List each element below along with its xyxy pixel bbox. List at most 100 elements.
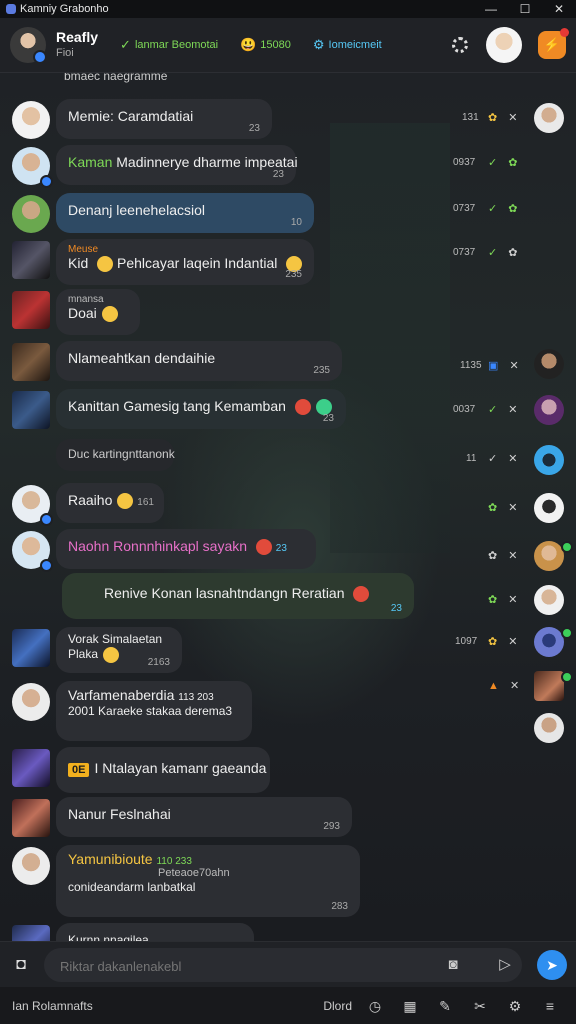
avatar[interactable] [534, 395, 564, 425]
header-chip-3[interactable]: ⚙ Iomeicmeit [313, 37, 382, 53]
sender-name: Yamunibioute [68, 851, 153, 867]
maximize-button[interactable]: ☐ [508, 0, 542, 18]
message-bubble[interactable]: Denanj leenehelacsiol 10 [56, 193, 314, 233]
notification-button[interactable]: ⚡ [538, 28, 569, 59]
avatar[interactable] [12, 101, 50, 139]
avatar[interactable] [12, 291, 50, 329]
avatar[interactable] [534, 627, 564, 657]
menu-icon[interactable]: ≡ [541, 997, 559, 1015]
emoji-icon [101, 306, 118, 323]
side-timestamp: 11 [466, 453, 477, 464]
side-timestamp: 0037 [453, 404, 476, 415]
message-bubble[interactable]: Kurnn nnaqilea [56, 923, 254, 941]
message-text: I Ntalayan kamanr gaeanda [94, 760, 267, 776]
message-text: Memie: Caramdatiai [68, 108, 194, 124]
status-label[interactable]: Dlord [323, 999, 352, 1013]
message-bubble[interactable]: 0E I Ntalayan kamanr gaeanda [56, 747, 270, 793]
message-bubble[interactable]: mnansa Doai [56, 289, 140, 335]
clock-icon[interactable]: ◷ [366, 997, 384, 1015]
avatar[interactable] [12, 391, 50, 429]
message-bubble[interactable]: Varfamenaberdia 113 203 2001 Karaeke sta… [56, 681, 252, 741]
gear-icon: ⚙ [312, 37, 325, 52]
side-icons: ✓ ✿ [488, 203, 522, 215]
message-text: 2001 Karaeke stakaa derema3 [68, 704, 233, 718]
status-dot [40, 175, 53, 188]
play-icon[interactable]: ▷ [496, 956, 514, 974]
online-indicator [561, 541, 573, 553]
message-bubble[interactable]: Nanur Feslnahai 293 [56, 797, 352, 837]
avatar[interactable] [534, 103, 564, 133]
avatar[interactable] [12, 343, 50, 381]
settings-icon[interactable]: ⚙ [506, 997, 524, 1015]
user-avatar[interactable] [10, 27, 47, 64]
sender-name: Kaman [68, 154, 113, 170]
send-button[interactable]: ➤ [537, 950, 567, 980]
message-text: Duc kartingnttanonk [68, 447, 175, 461]
minimize-button[interactable]: — [474, 0, 508, 18]
message-composer: ◘ ◙ ▷ ➤ [0, 941, 576, 988]
message-bubble[interactable]: Vorak Simalaetan Plaka 2163 [56, 627, 182, 673]
edit-icon[interactable]: ✎ [436, 997, 454, 1015]
user-name: Reafly [56, 29, 99, 45]
header-chip-1[interactable]: ✓ lanmar Beomotai [120, 37, 218, 53]
avatar[interactable] [12, 749, 50, 787]
message-text: Doai [68, 305, 97, 321]
message-list[interactable]: bmaec naegramme Memie: Caramdatiai 23 Ka… [0, 73, 576, 941]
side-timestamp: 0737 [453, 203, 476, 214]
timestamp: 293 [323, 821, 340, 832]
avatar[interactable] [12, 629, 50, 667]
close-button[interactable]: ✕ [542, 0, 576, 18]
tools-icon[interactable]: ✂ [471, 997, 489, 1015]
sender-name: Kid [68, 255, 89, 271]
message-bubble[interactable]: Duc kartingnttanonk [56, 439, 175, 471]
background-scene [330, 123, 450, 553]
message-bubble[interactable]: Naohn Ronnnhinkapl sayakn 23 [56, 529, 316, 569]
online-indicator [561, 627, 573, 639]
message-text: Naohn Ronnnhinkapl sayakn [68, 538, 248, 554]
message-bubble[interactable]: Kanittan Gamesig tang Kemamban 23 [56, 389, 346, 429]
timestamp: 2163 [147, 657, 170, 668]
message-label: Meuse [68, 244, 99, 255]
side-timestamp: 1135 [460, 360, 482, 371]
grid-icon[interactable]: ▦ [401, 997, 419, 1015]
window-title: Kamniy Grabonho [20, 3, 109, 15]
avatar[interactable] [12, 925, 50, 941]
avatar[interactable] [534, 493, 564, 523]
camera-icon[interactable]: ◘ [10, 954, 32, 976]
side-icons: ▣ ✕ [488, 360, 523, 372]
photo-icon[interactable]: ◙ [444, 956, 462, 974]
side-icons: ✓ ✕ [488, 453, 522, 465]
loading-spinner-icon [452, 37, 468, 53]
message-bubble[interactable]: Renive Konan lasnahtndangn Reratian 23 [62, 573, 414, 619]
avatar[interactable] [12, 683, 50, 721]
avatar[interactable] [534, 541, 564, 571]
check-icon: ✓ [120, 37, 131, 52]
avatar[interactable] [534, 585, 564, 615]
message-text: bmaec naegramme [64, 73, 168, 83]
avatar[interactable] [12, 241, 50, 279]
message-bubble[interactable]: Kaman Madinnerye dharme impeatai 23 [56, 145, 298, 185]
message-bubble[interactable]: Raaiho 161 [56, 483, 164, 523]
user-status: Fioi [56, 47, 74, 59]
avatar[interactable] [12, 799, 50, 837]
message-bubble[interactable]: Yamunibioute 110 233 Peteaoe70ahn conide… [56, 845, 360, 917]
side-icons: ✓ ✿ [488, 157, 522, 169]
avatar[interactable] [534, 671, 564, 701]
title-bar: Kamniy Grabonho — ☐ ✕ [0, 0, 576, 18]
avatar[interactable] [534, 713, 564, 743]
message-bubble[interactable]: Nlameahtkan dendaihie 235 [56, 341, 342, 381]
header-chip-2[interactable]: 😃 15080 [240, 37, 291, 53]
avatar[interactable] [534, 445, 564, 475]
timestamp: 283 [331, 901, 348, 912]
side-icons: ▲ ✕ [488, 680, 524, 692]
side-icons: ✿ ✕ [488, 502, 522, 514]
message-input[interactable] [58, 948, 422, 984]
chip-label: Iomeicmeit [328, 39, 382, 51]
message-bubble[interactable]: Memie: Caramdatiai 23 [56, 99, 272, 139]
avatar[interactable] [12, 847, 50, 885]
status-dot [33, 50, 47, 64]
contact-avatar[interactable] [486, 27, 522, 63]
message-bubble[interactable]: Meuse Kid Pehlcayar laqein Indantial 235 [56, 239, 314, 285]
avatar[interactable] [12, 195, 50, 233]
avatar[interactable] [534, 349, 564, 379]
